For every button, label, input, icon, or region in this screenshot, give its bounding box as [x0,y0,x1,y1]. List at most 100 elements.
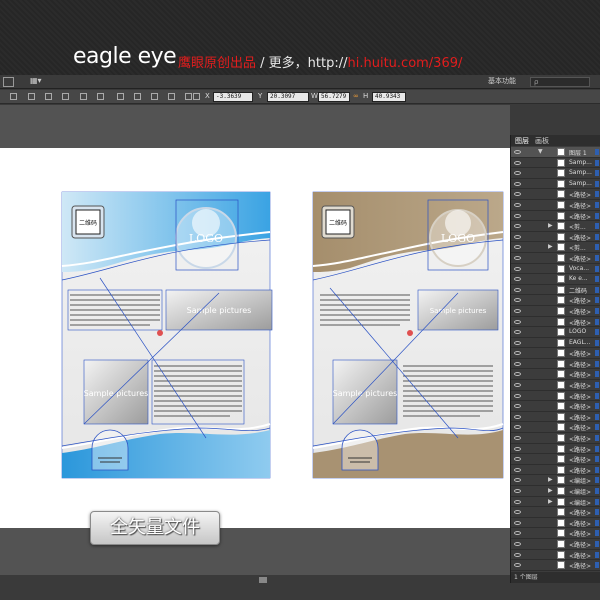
visibility-eye-icon[interactable] [514,351,521,356]
visibility-eye-icon[interactable] [514,234,521,239]
visibility-eye-icon[interactable] [514,552,521,557]
visibility-eye-icon[interactable] [514,213,521,218]
layer-row[interactable]: <路径> [511,411,600,423]
visibility-eye-icon[interactable] [514,478,521,483]
layer-row[interactable]: 二维码 [511,284,600,296]
layer-row[interactable]: <路径> [511,443,600,455]
visibility-eye-icon[interactable] [514,150,521,154]
blue-template[interactable]: 二维码 LOGO Sample pictures Sample pictures [61,191,273,479]
visibility-eye-icon[interactable] [514,383,521,388]
layer-row[interactable]: <路径> [511,433,600,444]
visibility-eye-icon[interactable] [514,224,521,229]
align-center-icon[interactable] [28,93,35,100]
layer-row[interactable]: <路径> [511,295,600,306]
layer-row[interactable]: EAGL... [511,337,600,349]
visibility-eye-icon[interactable] [514,319,521,324]
workspace-switcher-icon[interactable]: ▦▾ [30,76,42,85]
visibility-eye-icon[interactable] [514,541,521,546]
link-icon[interactable]: ∞ [353,92,359,100]
visibility-eye-icon[interactable] [514,520,521,525]
visibility-eye-icon[interactable] [514,510,521,515]
visibility-eye-icon[interactable] [514,255,521,260]
visibility-eye-icon[interactable] [514,436,521,441]
distribute-right-icon[interactable] [185,93,192,100]
layer-row[interactable]: <路径> [511,401,600,412]
align-top-icon[interactable] [62,93,69,100]
visibility-eye-icon[interactable] [514,404,521,409]
status-grip-icon[interactable] [259,577,267,583]
align-right-icon[interactable] [45,93,52,100]
tab-artboards[interactable]: 画板 [535,136,549,146]
layer-row[interactable]: <路径> [511,464,600,476]
visibility-eye-icon[interactable] [514,361,521,366]
layer-row[interactable]: <路径> [511,390,600,402]
layer-row[interactable]: <路径> [511,454,600,465]
visibility-eye-icon[interactable] [514,308,521,313]
layer-row[interactable]: <路径> [511,199,600,211]
visibility-eye-icon[interactable] [514,563,521,568]
align-bottom-icon[interactable] [97,93,104,100]
layer-row[interactable]: <路径> [511,422,600,434]
x-field[interactable]: -3.3639 [213,92,253,102]
align-left-icon[interactable] [10,93,17,100]
w-field[interactable]: 56.7279 [318,92,350,102]
layer-row[interactable]: <路径> [511,528,600,539]
layer-row[interactable]: <路径> [511,538,600,550]
text-block-brown-1[interactable] [320,294,410,326]
reference-point-icon[interactable] [193,93,200,100]
layer-row[interactable]: <路径> [511,252,600,264]
layer-row[interactable]: Samp... [511,178,600,190]
layer-row[interactable]: <路径> [511,380,600,391]
layer-row[interactable]: <路径> [511,507,600,518]
expand-triangle-icon[interactable]: ▶ [548,243,553,250]
visibility-eye-icon[interactable] [514,467,521,472]
visibility-eye-icon[interactable] [514,489,521,493]
canvas-workspace[interactable]: 二维码 LOGO Sample pictures Sample pictures… [0,105,510,575]
visibility-eye-icon[interactable] [514,531,521,536]
layer-row[interactable]: ▶ <编组> [511,475,600,486]
visibility-eye-icon[interactable] [514,298,521,303]
visibility-eye-icon[interactable] [514,160,521,165]
layer-row[interactable]: LOGO [511,327,600,338]
visibility-eye-icon[interactable] [514,330,521,335]
layer-row[interactable]: ▶ <剪... [511,221,600,232]
layer-row[interactable]: <路径> [511,210,600,222]
visibility-eye-icon[interactable] [514,425,521,430]
distribute-middle-icon[interactable] [134,93,141,100]
visibility-eye-icon[interactable] [514,414,521,419]
layer-row[interactable]: <路径> [511,305,600,317]
h-field[interactable]: 40.9343 [372,92,406,102]
artwork-canvas[interactable]: 二维码 LOGO Sample pictures Sample pictures… [0,148,510,528]
visibility-eye-icon[interactable] [514,266,521,271]
expand-triangle-icon[interactable]: ▶ [548,487,553,494]
layer-row[interactable]: <路径> [511,231,600,243]
layer-row[interactable]: Voca... [511,263,600,275]
visibility-eye-icon[interactable] [514,171,521,176]
layer-row[interactable]: ▶ <编组> [511,496,600,508]
layer-row[interactable]: <路径> [511,348,600,359]
distribute-top-icon[interactable] [117,93,124,100]
visibility-eye-icon[interactable] [514,287,521,292]
align-middle-icon[interactable] [80,93,87,100]
visibility-eye-icon[interactable] [514,277,521,282]
expand-triangle-icon[interactable]: ▶ [548,222,553,229]
artboard[interactable]: 二维码 LOGO Sample pictures Sample pictures… [0,148,510,528]
visibility-eye-icon[interactable] [514,192,521,197]
expand-triangle-icon[interactable]: ▶ [548,476,553,483]
search-input[interactable]: ρ [530,77,590,87]
visibility-eye-icon[interactable] [514,340,521,345]
brown-template[interactable]: 二维码 LOGO Sample pictures Sample pictures [312,191,504,479]
visibility-eye-icon[interactable] [514,499,521,504]
layer-row[interactable]: <路径> [511,358,600,370]
distribute-bottom-icon[interactable] [151,93,158,100]
visibility-eye-icon[interactable] [514,181,521,186]
visibility-eye-icon[interactable] [514,245,521,250]
layer-row[interactable]: <路径> [511,189,600,200]
visibility-eye-icon[interactable] [514,393,521,398]
layer-row[interactable]: <路径> [511,560,600,571]
visibility-eye-icon[interactable] [514,446,521,451]
collapse-triangle-icon[interactable]: ▼ [538,148,543,155]
distribute-left-icon[interactable] [168,93,175,100]
layer-row[interactable]: <路径> [511,369,600,381]
layer-row[interactable]: ▼ 图层 1 [511,147,600,158]
